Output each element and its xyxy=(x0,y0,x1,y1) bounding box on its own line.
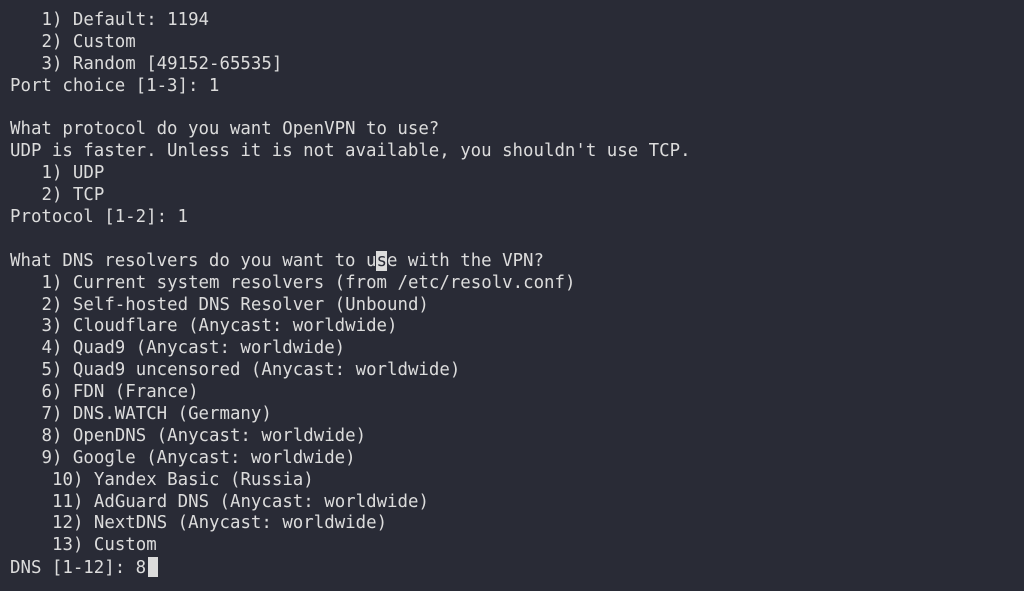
dns-option-11: 11) AdGuard DNS (Anycast: worldwide) xyxy=(52,491,429,512)
dns-option-7: 7) DNS.WATCH (Germany) xyxy=(41,404,272,425)
protocol-note: UDP is faster. Unless it is not availabl… xyxy=(10,141,691,162)
dns-option-10: 10) Yandex Basic (Russia) xyxy=(52,469,314,490)
dns-option-5: 5) Quad9 uncensored (Anycast: worldwide) xyxy=(41,360,461,381)
dns-question-end: e with the VPN? xyxy=(386,250,544,271)
protocol-option-tcp: 2) TCP xyxy=(41,185,105,206)
dns-question-start: What DNS resolvers do you want to u xyxy=(10,250,377,271)
dns-option-9: 9) Google (Anycast: worldwide) xyxy=(41,447,356,468)
dns-option-13: 13) Custom xyxy=(52,535,157,556)
protocol-option-udp: 1) UDP xyxy=(41,163,105,184)
dns-input-line[interactable]: DNS [1-12]: 8 xyxy=(10,557,1024,579)
terminal-window[interactable]: 1) Default: 1194 2) Custom 3) Random [49… xyxy=(0,0,1024,591)
dns-option-6: 6) FDN (France) xyxy=(41,382,199,403)
port-option-default: 1) Default: 1194 xyxy=(41,10,210,30)
text-cursor xyxy=(148,557,159,578)
protocol-prompt: Protocol [1-2]: 1 xyxy=(10,207,188,228)
dns-prompt: DNS [1-12]: 8 xyxy=(10,558,147,579)
dns-option-3: 3) Cloudflare (Anycast: worldwide) xyxy=(41,316,398,337)
port-option-random: 3) Random [49152-65535] xyxy=(41,53,283,74)
dns-option-8: 8) OpenDNS (Anycast: worldwide) xyxy=(41,425,367,446)
dns-question: What DNS resolvers do you want to use wi… xyxy=(10,250,1024,273)
port-choice-prompt: Port choice [1-3]: 1 xyxy=(10,75,220,96)
port-option-custom: 2) Custom xyxy=(41,31,136,52)
dns-option-12: 12) NextDNS (Anycast: worldwide) xyxy=(52,513,388,534)
dns-option-1: 1) Current system resolvers (from /etc/r… xyxy=(41,272,576,293)
protocol-question: What protocol do you want OpenVPN to use… xyxy=(10,119,440,140)
dns-option-4: 4) Quad9 (Anycast: worldwide) xyxy=(41,338,346,359)
dns-option-2: 2) Self-hosted DNS Resolver (Unbound) xyxy=(41,294,429,315)
text-selection-highlight: s xyxy=(376,250,387,271)
